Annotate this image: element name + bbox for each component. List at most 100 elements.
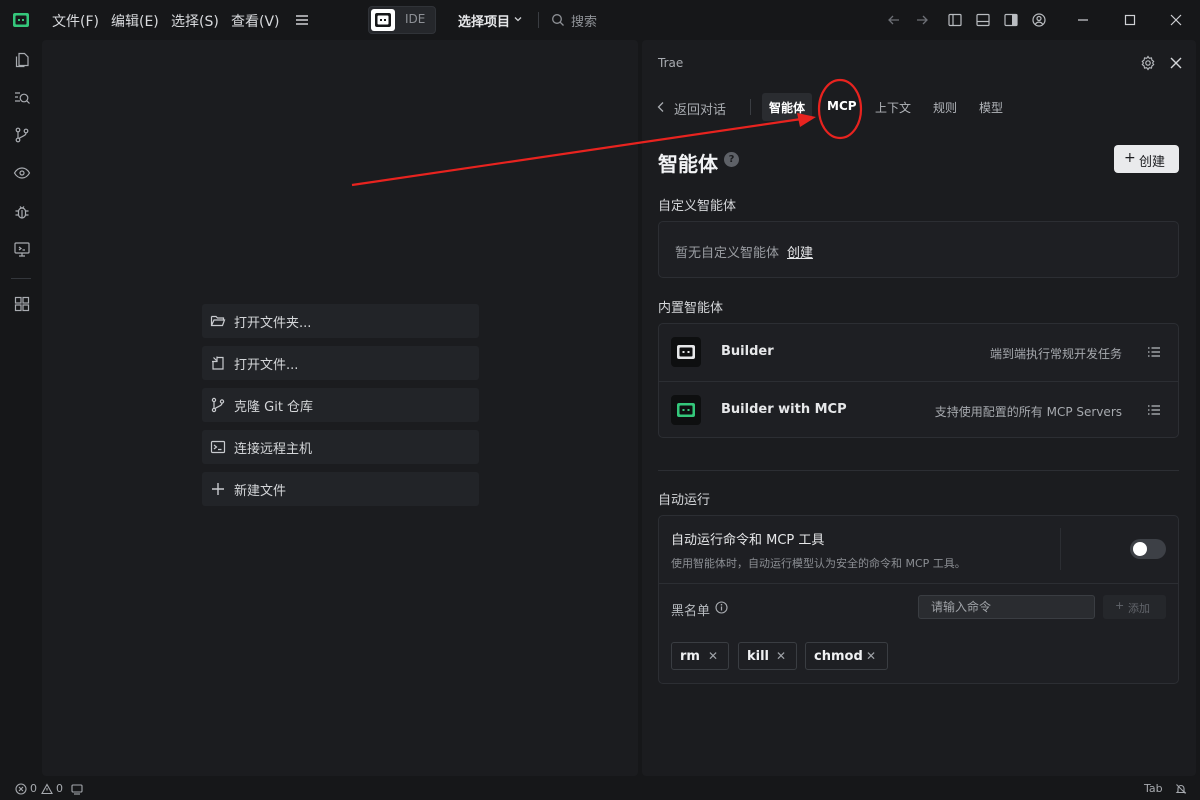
blacklist-label: 黑名单 [671, 604, 711, 619]
command-chip-chmod: chmod ✕ [805, 642, 888, 670]
menu-file[interactable]: 文件(F) [52, 11, 99, 31]
builder-avatar-icon [671, 337, 701, 367]
new-file-button[interactable]: 新建文件 [202, 472, 479, 506]
create-custom-agent-link[interactable]: 创建 [787, 242, 813, 261]
tab-indicator[interactable]: Tab [1144, 782, 1163, 795]
auto-run-card: 自动运行命令和 MCP 工具 使用智能体时，自动运行模型认为安全的命令和 MCP… [658, 515, 1179, 684]
chip-label: chmod [814, 649, 863, 664]
window-close-icon[interactable] [1167, 11, 1185, 29]
warning-icon[interactable] [41, 783, 53, 795]
extensions-icon[interactable] [13, 295, 31, 313]
terminal-icon [210, 439, 226, 455]
panel-title: Trae [658, 56, 684, 70]
menu-view[interactable]: 查看(V) [231, 11, 280, 31]
command-chip-rm: rm ✕ [671, 642, 729, 670]
git-clone-icon [210, 397, 226, 413]
list-menu-icon[interactable] [1147, 403, 1161, 417]
toggle-left-sidebar-icon[interactable] [947, 12, 963, 28]
maximize-icon[interactable] [1121, 11, 1139, 29]
chevron-down-icon[interactable] [513, 14, 523, 24]
tab-rules[interactable]: 规则 [926, 93, 964, 121]
debug-icon[interactable] [13, 203, 31, 221]
remove-chip-icon[interactable]: ✕ [866, 649, 876, 663]
remove-chip-icon[interactable]: ✕ [776, 649, 786, 663]
warning-count[interactable]: 0 [56, 782, 63, 795]
source-control-icon[interactable] [13, 126, 31, 144]
open-folder-button[interactable]: 打开文件夹... [202, 304, 479, 338]
clone-git-label: 克隆 Git 仓库 [234, 400, 314, 415]
search-icon[interactable] [13, 89, 31, 107]
list-menu-icon[interactable] [1147, 345, 1161, 359]
page-title: 智能体 [658, 152, 718, 176]
connect-remote-button[interactable]: 连接远程主机 [202, 430, 479, 464]
card-vertical-separator [1060, 528, 1061, 570]
toggle-bottom-panel-icon[interactable] [975, 12, 991, 28]
agent-description: 端到端执行常规开发任务 [989, 347, 1122, 361]
title-bar: 文件(F) 编辑(E) 选择(S) 查看(V) IDE 选择项目 搜索 [0, 0, 1200, 40]
open-file-button[interactable]: 打开文件... [202, 346, 479, 380]
menu-selection[interactable]: 选择(S) [171, 11, 219, 31]
auto-run-toggle[interactable] [1130, 539, 1166, 559]
status-bar: 0 0 Tab [0, 778, 1200, 800]
agent-name: Builder with MCP [721, 402, 847, 417]
create-agent-label: 创建 [1139, 155, 1166, 170]
clone-git-button[interactable]: 克隆 Git 仓库 [202, 388, 479, 422]
editor-welcome-pane: 打开文件夹... 打开文件... 克隆 Git 仓库 连接远程主机 新建文件 [42, 40, 638, 776]
agent-row-builder-mcp[interactable]: Builder with MCP 支持使用配置的所有 MCP Servers [659, 381, 1178, 437]
tab-context[interactable]: 上下文 [868, 93, 918, 121]
minimize-icon[interactable] [1074, 11, 1092, 29]
preview-icon[interactable] [13, 164, 31, 182]
new-file-label: 新建文件 [234, 484, 287, 499]
custom-agents-heading: 自定义智能体 [658, 199, 737, 214]
auto-run-description: 使用智能体时，自动运行模型认为安全的命令和 MCP 工具。 [671, 557, 966, 570]
tab-agents[interactable]: 智能体 [762, 93, 813, 121]
ide-label: IDE [405, 12, 426, 26]
search-icon[interactable] [551, 13, 565, 27]
add-command-button[interactable]: + 添加 [1103, 595, 1166, 619]
remote-icon[interactable] [13, 240, 31, 258]
ide-mode-switch[interactable]: IDE [368, 6, 436, 34]
agent-settings-panel: Trae 返回对话 智能体 MCP 上下文 规则 模型 智能体 ? + 创建 自… [642, 40, 1196, 776]
back-to-chat-label: 返回对话 [674, 103, 727, 118]
auto-run-heading: 自动运行 [658, 493, 711, 508]
plus-icon: + [1124, 150, 1136, 166]
toggle-knob [1133, 542, 1147, 556]
custom-agents-card: 暂无自定义智能体 创建 [658, 221, 1179, 278]
trae-logo-icon[interactable] [12, 11, 30, 29]
account-icon[interactable] [1031, 12, 1047, 28]
builtin-agents-heading: 内置智能体 [658, 301, 724, 316]
info-icon[interactable] [715, 601, 728, 614]
builtin-agents-card: Builder 端到端执行常规开发任务 Builder with MCP 支持使… [658, 323, 1179, 438]
open-file-label: 打开文件... [234, 358, 299, 373]
remove-chip-icon[interactable]: ✕ [708, 649, 718, 663]
create-agent-button[interactable]: + 创建 [1114, 145, 1179, 173]
toggle-right-sidebar-icon[interactable] [1003, 12, 1019, 28]
tab-mcp[interactable]: MCP [820, 93, 864, 121]
section-divider [658, 470, 1179, 471]
agent-row-builder[interactable]: Builder 端到端执行常规开发任务 [659, 324, 1178, 380]
ide-chip [371, 9, 395, 31]
help-icon[interactable]: ? [724, 152, 739, 167]
toolbar-divider [538, 12, 539, 28]
error-icon[interactable] [15, 783, 27, 795]
arrow-back-icon[interactable] [886, 12, 902, 28]
tab-models[interactable]: 模型 [972, 93, 1010, 121]
open-folder-label: 打开文件夹... [234, 316, 312, 331]
close-icon[interactable] [1168, 55, 1184, 71]
more-menu-icon[interactable] [294, 12, 310, 28]
project-select[interactable]: 选择项目 [458, 11, 510, 30]
activity-separator [11, 278, 31, 279]
add-command-label: 添加 [1128, 602, 1150, 615]
command-input[interactable] [918, 595, 1095, 619]
chip-label: kill [747, 649, 770, 664]
agent-description: 支持使用配置的所有 MCP Servers [934, 405, 1122, 419]
ports-icon[interactable] [71, 783, 83, 795]
explorer-icon[interactable] [13, 51, 31, 69]
agent-name: Builder [721, 344, 774, 359]
menu-edit[interactable]: 编辑(E) [111, 11, 159, 31]
arrow-forward-icon[interactable] [914, 12, 930, 28]
notifications-off-icon[interactable] [1175, 783, 1187, 795]
error-count[interactable]: 0 [30, 782, 37, 795]
search-label[interactable]: 搜索 [571, 11, 597, 30]
gear-icon[interactable] [1140, 55, 1156, 71]
